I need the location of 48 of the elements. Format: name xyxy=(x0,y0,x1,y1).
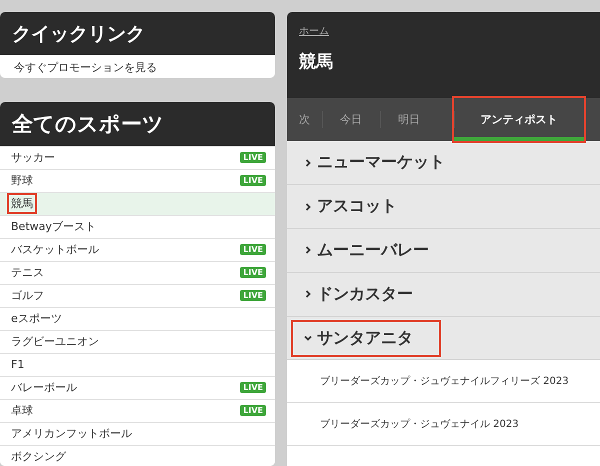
live-badge: LIVE xyxy=(240,244,266,256)
meeting-name: アスコット xyxy=(317,196,397,218)
tab[interactable]: 明日 xyxy=(380,98,438,142)
live-badge: LIVE xyxy=(240,405,266,416)
meeting-row[interactable]: ニューマーケット xyxy=(287,141,600,186)
meeting-name: ドンカスター xyxy=(317,284,413,305)
tab[interactable]: アンティポスト xyxy=(454,98,584,142)
live-badge: LIVE xyxy=(240,152,266,164)
live-badge: LIVE xyxy=(240,290,266,302)
sport-label: 卓球 xyxy=(10,403,34,420)
live-badge: LIVE xyxy=(240,175,266,186)
sport-item[interactable]: 競馬 xyxy=(0,192,275,215)
sport-item[interactable]: ボクシング xyxy=(0,444,275,466)
breadcrumb-link[interactable]: ホーム xyxy=(299,24,600,38)
sport-label: ラグビーユニオン xyxy=(10,334,100,350)
page-title: 競馬 xyxy=(299,51,334,73)
meeting-row[interactable]: ドンカスター xyxy=(287,272,600,317)
sport-label: バスケットボール xyxy=(10,242,100,258)
meeting-toggle[interactable]: アスコット xyxy=(291,188,407,226)
sport-label: 競馬 xyxy=(7,193,37,214)
section-title: クイックリンク xyxy=(12,22,145,46)
sport-label: eスポーツ xyxy=(10,311,63,328)
sport-label: ゴルフ xyxy=(10,288,45,304)
sport-label: ボクシング xyxy=(10,449,68,466)
meeting-toggle[interactable]: ムーニーバレー xyxy=(291,232,439,269)
meeting-toggle[interactable]: ドンカスター xyxy=(291,276,423,313)
promotion-link[interactable]: 今すぐプロモーションを見る xyxy=(0,55,275,78)
sport-label: バレーボール xyxy=(10,380,78,396)
sport-label: 野球 xyxy=(10,173,34,190)
meeting-name: ニューマーケット xyxy=(317,152,445,174)
race-item[interactable]: ブリーダーズカップ・ジュヴェナイルフィリーズ 2023 xyxy=(287,360,600,404)
meeting-toggle[interactable]: サンタアニタ xyxy=(291,320,441,356)
live-badge: LIVE xyxy=(240,267,266,278)
meeting-toggle[interactable]: ニューマーケット xyxy=(291,144,455,182)
meeting-name: サンタアニタ xyxy=(317,328,413,348)
race-item[interactable]: ブリーダーズカップ・ジュヴェナイル 2023 xyxy=(287,403,600,446)
meeting-row[interactable]: アスコット xyxy=(287,185,600,230)
sport-label: Betwayブースト xyxy=(10,219,97,236)
section-title: 全てのスポーツ xyxy=(12,110,164,138)
sport-label: テニス xyxy=(10,265,45,282)
meeting-row[interactable]: ムーニーバレー xyxy=(287,229,600,273)
sport-label: サッカー xyxy=(10,150,56,166)
sport-label: アメリカンフットボール xyxy=(10,426,133,442)
tab[interactable]: 今日 xyxy=(322,98,380,142)
live-badge: LIVE xyxy=(240,382,266,394)
meeting-name: ムーニーバレー xyxy=(317,240,429,261)
tab[interactable]: 次 xyxy=(287,98,322,142)
sport-label: F1 xyxy=(10,357,26,374)
